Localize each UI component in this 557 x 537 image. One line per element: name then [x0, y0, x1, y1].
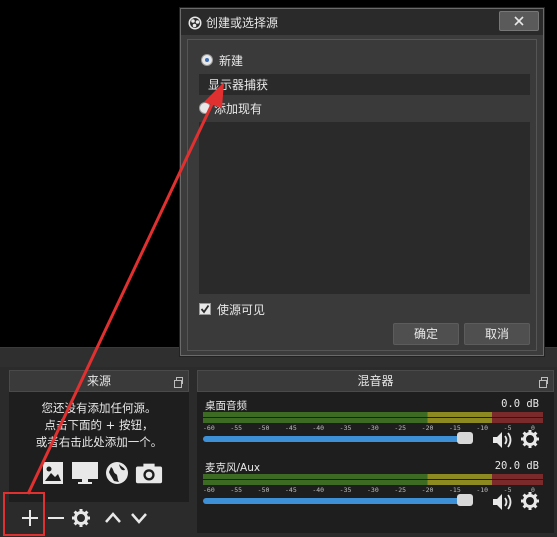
meter-tick-label: -30 — [367, 486, 379, 494]
meter-tick-label: -50 — [257, 486, 270, 494]
close-icon — [514, 16, 524, 26]
create-select-source-dialog: 创建或选择源 新建 显示器捕获 添加现有 使源可见 确定 取消 — [180, 8, 544, 356]
mixer-track: 桌面音频 0.0 dB -60 -55 -50 -45 -40 -35 -30 -25 -20 -… — [203, 398, 543, 458]
volume-slider[interactable] — [203, 436, 471, 442]
track-db-readout: 0.0 dB — [501, 398, 539, 410]
meter-tick-label: -15 — [449, 424, 461, 432]
meter-tick-label: -60 — [203, 424, 215, 432]
monitor-icon — [71, 460, 99, 486]
meter-tick-label: -30 — [367, 424, 379, 432]
meter-tick-label: -20 — [421, 424, 434, 432]
float-icon[interactable] — [539, 377, 548, 388]
source-properties-button[interactable] — [69, 506, 93, 530]
volume-meter — [203, 412, 543, 417]
track-name: 麦克风/Aux — [205, 462, 261, 474]
track-name: 桌面音频 — [205, 400, 247, 412]
move-source-down-button[interactable] — [127, 506, 151, 530]
meter-tick-label: -55 — [230, 424, 243, 432]
sources-dock-title: 来源 — [86, 374, 111, 388]
meter-tick-label: -45 — [285, 424, 297, 432]
image-icon — [39, 460, 67, 486]
minus-icon — [48, 517, 64, 519]
move-source-up-button[interactable] — [101, 506, 125, 530]
obs-logo-icon — [188, 15, 202, 30]
meter-tick-label: -60 — [203, 486, 215, 494]
volume-icon[interactable] — [492, 493, 514, 511]
source-name-input[interactable]: 显示器捕获 — [199, 74, 530, 95]
volume-slider-thumb[interactable] — [457, 432, 473, 444]
mixer-dock-header: 混音器 — [197, 370, 554, 392]
cancel-button[interactable]: 取消 — [464, 323, 530, 345]
meter-tick-label: -40 — [312, 424, 325, 432]
meter-tick-label: -10 — [476, 486, 489, 494]
globe-icon — [103, 460, 131, 486]
gear-icon[interactable] — [521, 430, 539, 448]
volume-meter — [203, 480, 543, 485]
hint-line: 点击下面的 + 按钮， — [44, 418, 154, 432]
hint-line: 或者右击此处添加一个。 — [35, 435, 163, 449]
meter-tick-label: -10 — [476, 424, 489, 432]
meter-tick-label: -35 — [339, 486, 352, 494]
sources-list[interactable]: 您还没有添加任何源。 点击下面的 + 按钮， 或者右击此处添加一个。 — [9, 392, 189, 502]
source-type-icons — [39, 460, 163, 486]
dialog-body: 新建 显示器捕获 添加现有 使源可见 确定 取消 — [187, 39, 537, 351]
radio-existing[interactable] — [199, 102, 211, 114]
dialog-title: 创建或选择源 — [206, 16, 279, 30]
meter-tick-label: -20 — [421, 486, 434, 494]
dialog-titlebar[interactable]: 创建或选择源 — [181, 9, 543, 35]
radio-new[interactable] — [201, 54, 213, 66]
radio-new-label: 新建 — [219, 54, 244, 68]
hint-line: 您还没有添加任何源。 — [41, 401, 157, 415]
meter-tick-label: -45 — [285, 486, 297, 494]
chevron-up-icon — [105, 512, 121, 523]
float-icon[interactable] — [174, 377, 183, 388]
volume-slider-thumb[interactable] — [457, 494, 473, 506]
mixer-track: 麦克风/Aux 20.0 dB -60 -55 -50 -45 -40 -35 -30 -25… — [203, 460, 543, 520]
meter-tick-label: -50 — [257, 424, 270, 432]
volume-meter — [203, 418, 543, 423]
chevron-down-icon — [131, 513, 147, 524]
gear-icon[interactable] — [521, 492, 539, 510]
volume-meter — [203, 474, 543, 479]
make-visible-label: 使源可见 — [217, 303, 266, 317]
meter-tick-label: -25 — [394, 424, 407, 432]
annotation-highlight-box — [3, 492, 45, 536]
mixer-body: 桌面音频 0.0 dB -60 -55 -50 -45 -40 -35 -30 -25 -20 -… — [197, 392, 554, 533]
volume-slider[interactable] — [203, 498, 471, 504]
sources-empty-hint: 您还没有添加任何源。 点击下面的 + 按钮， 或者右击此处添加一个。 — [9, 400, 189, 451]
make-visible-checkbox[interactable] — [199, 303, 211, 315]
track-db-readout: 20.0 dB — [494, 460, 539, 472]
remove-source-button[interactable] — [44, 506, 68, 530]
sources-dock-header: 来源 — [9, 370, 189, 392]
meter-tick-label: -40 — [312, 486, 325, 494]
camera-icon — [135, 460, 163, 486]
meter-tick-label: -35 — [339, 424, 352, 432]
existing-sources-list[interactable] — [199, 122, 530, 294]
radio-existing-label: 添加现有 — [214, 102, 263, 116]
meter-tick-label: -25 — [394, 486, 407, 494]
ok-button[interactable]: 确定 — [393, 323, 459, 345]
meter-tick-label: -55 — [230, 486, 243, 494]
meter-tick-label: -15 — [449, 486, 461, 494]
close-button[interactable] — [499, 11, 539, 31]
volume-icon[interactable] — [492, 431, 514, 449]
mixer-dock-title: 混音器 — [357, 374, 394, 388]
gear-icon — [72, 509, 90, 527]
mixer-dock: 混音器 桌面音频 0.0 dB -60 -55 -50 -45 -40 -35 -30 -25… — [197, 370, 554, 533]
